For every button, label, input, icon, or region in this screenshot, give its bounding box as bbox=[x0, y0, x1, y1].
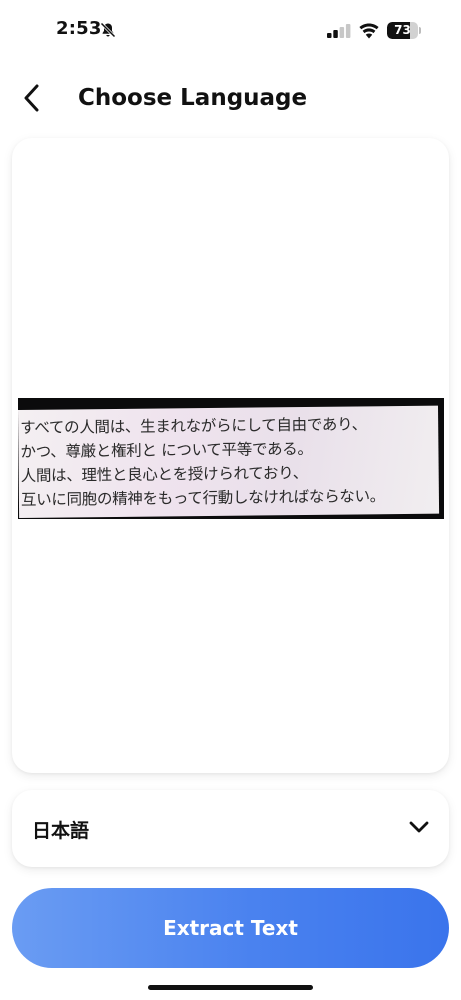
document-line: 互いに同胞の精神をもって行動しなければならない。 bbox=[20, 487, 386, 509]
battery-body: 73 bbox=[387, 22, 418, 39]
page-title: Choose Language bbox=[78, 85, 308, 111]
back-button[interactable] bbox=[14, 80, 50, 116]
document-paper: すべての人間は、生まれながらにして自由であり、 かつ、尊厳と権利と について平等… bbox=[18, 405, 440, 518]
chevron-down-icon bbox=[409, 821, 429, 833]
language-select[interactable]: 日本語 bbox=[12, 790, 449, 867]
chevron-left-icon bbox=[24, 84, 39, 112]
battery-icon: 73 bbox=[387, 22, 421, 39]
status-time: 2:53 bbox=[56, 18, 102, 39]
home-indicator[interactable] bbox=[148, 985, 313, 990]
bell-slash-icon bbox=[100, 22, 116, 38]
battery-tip bbox=[419, 27, 421, 34]
selected-language: 日本語 bbox=[32, 820, 90, 842]
extract-text-button[interactable]: Extract Text bbox=[12, 888, 449, 968]
wifi-icon bbox=[359, 23, 379, 39]
battery-label: 73 bbox=[394, 23, 411, 37]
signal-icon bbox=[327, 24, 351, 38]
status-bar: 2:53 73 bbox=[0, 0, 461, 62]
document-photo: すべての人間は、生まれながらにして自由であり、 かつ、尊厳と権利と について平等… bbox=[18, 398, 444, 519]
